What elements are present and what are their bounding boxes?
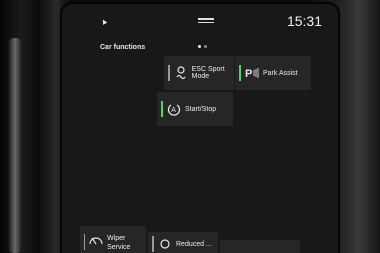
drag-handle-icon[interactable] xyxy=(198,18,214,24)
park-assist-button[interactable]: P Park Assist xyxy=(235,56,311,90)
car-skid-icon xyxy=(176,66,186,80)
tile-label: Start/Stop xyxy=(185,105,217,113)
status-indicator xyxy=(152,236,154,252)
clock: 15:31 xyxy=(286,13,322,29)
function-button-partial-2[interactable] xyxy=(220,240,300,253)
tile-label: Wiper Service Position xyxy=(107,235,131,251)
status-indicator xyxy=(84,234,86,250)
start-stop-button[interactable]: A Start/Stop xyxy=(157,92,233,126)
tile-label: ESC Sport Mode xyxy=(191,66,225,80)
esc-sport-mode-button[interactable]: ESC Sport Mode xyxy=(164,56,234,90)
page-title: Car functions xyxy=(100,44,146,51)
navigation-arrow-icon: ▲ xyxy=(98,15,110,28)
start-stop-icon: A xyxy=(167,104,181,116)
svg-text:A: A xyxy=(171,107,176,114)
function-icon xyxy=(160,239,170,249)
status-indicator xyxy=(239,65,241,81)
status-indicator xyxy=(168,65,170,81)
tile-label: Reduced ... xyxy=(176,240,212,248)
status-bar: ▲ 15:31 xyxy=(62,4,338,34)
bezel-left xyxy=(0,0,70,253)
door-trim xyxy=(8,38,22,253)
status-indicator xyxy=(161,101,163,117)
tile-label: Park Assist xyxy=(263,69,298,77)
wiper-icon xyxy=(89,237,103,245)
svg-text:P: P xyxy=(245,68,252,80)
park-assist-icon: P xyxy=(245,68,259,80)
wiper-service-position-button[interactable]: Wiper Service Position xyxy=(80,226,146,253)
function-button-partial[interactable]: Reduced ... xyxy=(148,232,218,253)
page-indicator xyxy=(198,35,210,53)
infotainment-screen: ▲ 15:31 Car functions ESC Sport Mode P P… xyxy=(62,4,338,253)
